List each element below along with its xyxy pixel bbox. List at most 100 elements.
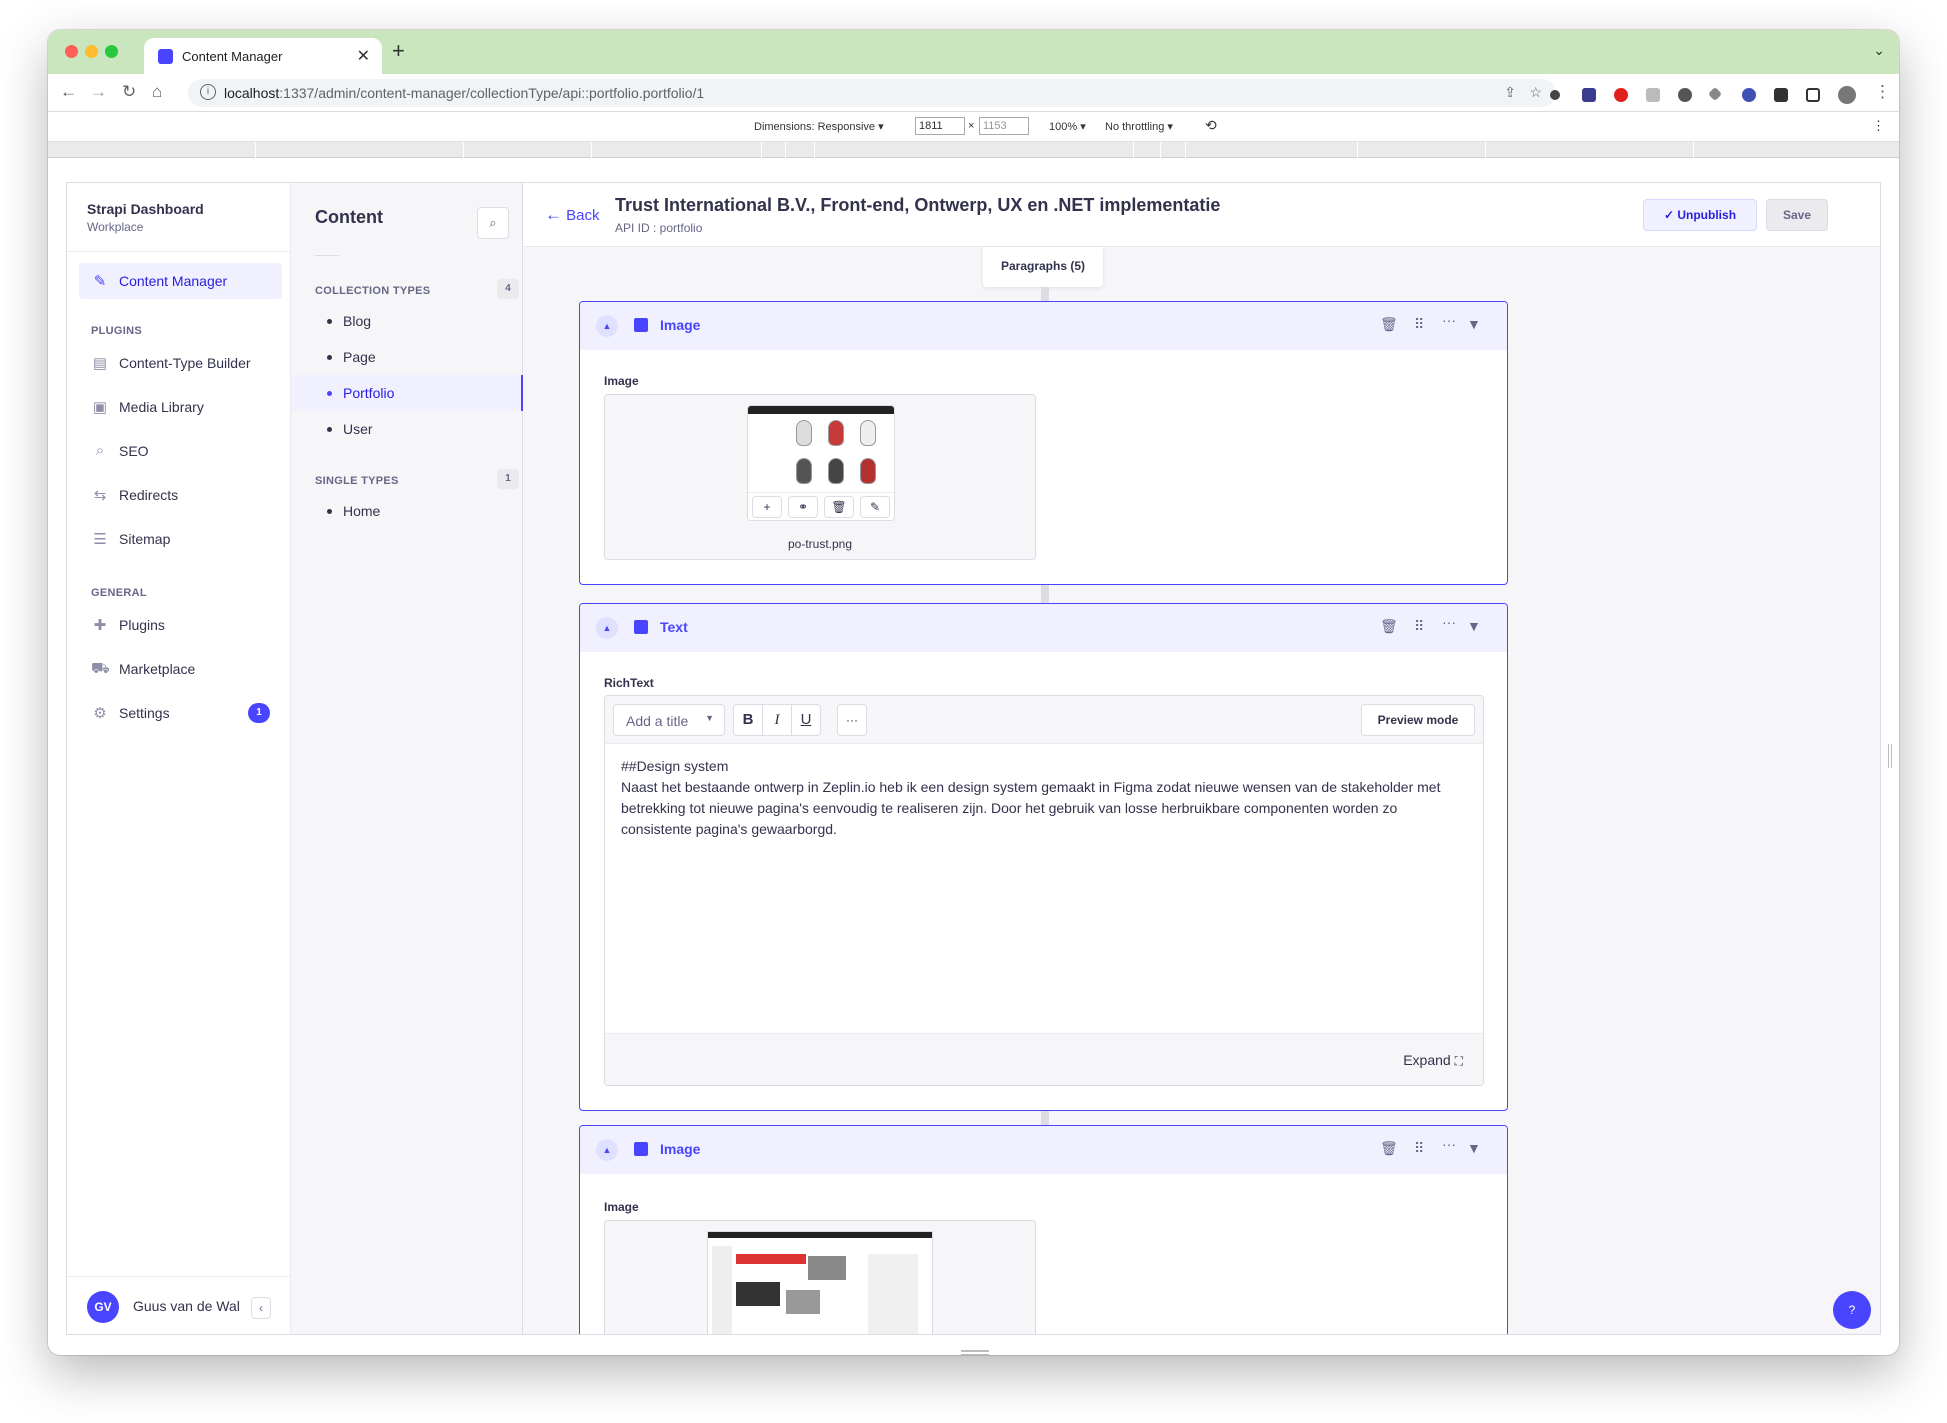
chevron-up-icon[interactable]: ▲ [596,1139,618,1161]
site-info-icon[interactable]: i [200,84,216,100]
viewport-side-handle[interactable] [1888,744,1892,768]
help-button[interactable]: ? [1833,1291,1871,1329]
component-header[interactable]: ▲ Text 🗑 ⠿ ··· ▼ [580,604,1507,652]
extension-icon[interactable] [1550,90,1560,100]
rotate-icon[interactable]: ⟲ [1205,117,1217,134]
profile-avatar-icon[interactable] [1838,86,1856,104]
close-window-dot[interactable] [65,45,78,58]
drag-handle-icon[interactable]: ⠿ [1414,316,1424,333]
dimensions-select[interactable]: Dimensions: Responsive ▾ [754,120,884,133]
drag-handle-icon[interactable]: ⠿ [1414,1140,1424,1157]
devtools-more-icon[interactable]: ⋮ [1872,118,1885,134]
extension-icon[interactable] [1646,88,1660,102]
field-label: RichText [604,676,654,690]
general-heading: GENERAL [91,587,147,599]
trash-icon[interactable]: 🗑 [1380,1140,1398,1157]
unpublish-button[interactable]: ✓ Unpublish [1643,199,1757,231]
chevron-up-icon[interactable]: ▲ [596,617,618,639]
caret-down-icon[interactable]: ▼ [1467,618,1481,634]
component-header[interactable]: ▲ Image 🗑 ⠿ ··· ▼ [580,1126,1507,1174]
home-icon[interactable]: ⌂ [152,82,162,102]
pencil-icon[interactable]: ✎ [860,496,890,518]
viewport-resize-handle[interactable] [961,1350,989,1355]
collapse-sidebar-button[interactable]: ‹ [251,1297,271,1319]
subnav-item-page[interactable]: Page [291,339,523,375]
chevron-up-icon[interactable]: ▲ [596,315,618,337]
subnav-item-portfolio[interactable]: Portfolio [291,375,523,411]
tab-search-chevron-icon[interactable]: ⌄ [1873,42,1885,59]
maximize-window-dot[interactable] [105,45,118,58]
image-field[interactable] [604,1220,1036,1334]
expand-button[interactable]: Expand ⛶ [1403,1052,1463,1069]
minimize-window-dot[interactable] [85,45,98,58]
italic-button[interactable]: I [762,704,792,736]
image-thumbnail[interactable] [707,1231,933,1334]
caret-down-icon[interactable]: ▼ [1467,316,1481,332]
bookmark-star-icon[interactable]: ☆ [1529,84,1542,101]
more-options-icon[interactable]: ··· [1442,1136,1456,1152]
side-panel-icon[interactable] [1806,88,1820,102]
preview-mode-button[interactable]: Preview mode [1361,704,1475,736]
height-input[interactable]: 1153 [979,117,1029,135]
url-text[interactable]: localhost:1337/admin/content-manager/col… [224,85,704,101]
puzzle-extensions-icon[interactable] [1774,88,1788,102]
subnav-item-blog[interactable]: Blog [291,303,523,339]
width-input[interactable]: 1811 [915,117,965,135]
new-tab-icon[interactable]: + [392,38,405,64]
more-options-icon[interactable]: ··· [1442,312,1456,328]
nav-seo[interactable]: ⌕ SEO [79,433,282,469]
more-options-icon[interactable]: ··· [1442,614,1456,630]
edit-pencil-icon: ✎ [93,273,107,290]
subnav-item-home[interactable]: Home [291,493,523,529]
image-thumbnail[interactable]: + ⚭ 🗑 ✎ [747,405,895,521]
image-field[interactable]: + ⚭ 🗑 ✎ po-trust.png [604,394,1036,560]
subnav-search-button[interactable]: ⌕ [477,207,509,239]
editor-content[interactable]: ##Design system Naast het bestaande ontw… [621,756,1467,840]
underline-button[interactable]: U [791,704,821,736]
share-icon[interactable]: ⇪ [1504,84,1516,101]
user-name[interactable]: Guus van de Wal [133,1298,240,1314]
extension-icon[interactable] [1614,88,1628,102]
browser-menu-icon[interactable]: ⋮ [1874,82,1891,102]
bullet [327,319,332,324]
nav-content-type-builder[interactable]: ▤ Content-Type Builder [79,345,282,381]
add-icon[interactable]: + [752,496,782,518]
nav-content-manager[interactable]: ✎ Content Manager [79,263,282,299]
caret-down-icon[interactable]: ▼ [1467,1140,1481,1156]
extension-icon[interactable] [1582,88,1596,102]
save-button[interactable]: Save [1766,199,1828,231]
trash-icon[interactable]: 🗑 [1380,618,1398,635]
bold-button[interactable]: B [733,704,763,736]
forward-arrow-icon[interactable]: → [90,82,107,102]
browser-tab[interactable]: Content Manager ✕ [144,38,382,74]
zoom-select[interactable]: 100% ▾ [1049,120,1086,133]
back-link[interactable]: ← Back [545,205,600,225]
trash-icon[interactable]: 🗑 [824,496,854,518]
nav-settings[interactable]: ⚙ Settings 1 [79,695,282,731]
reload-icon[interactable]: ↻ [122,82,136,102]
nav-media-library[interactable]: ▣ Media Library [79,389,282,425]
extension-icon[interactable] [1742,88,1756,102]
link-icon[interactable]: ⚭ [788,496,818,518]
address-bar[interactable]: i localhost:1337/admin/content-manager/c… [188,79,1556,107]
subnav-item-label: Blog [343,313,372,329]
extension-icon[interactable] [1707,86,1723,102]
nav-sitemap[interactable]: ☰ Sitemap [79,521,282,557]
nav-plugins[interactable]: ✚ Plugins [79,607,282,643]
thumbnail-header [748,406,894,414]
trash-icon[interactable]: 🗑 [1380,316,1398,333]
avatar[interactable]: GV [87,1291,119,1323]
throttling-select[interactable]: No throttling ▾ [1105,120,1173,133]
component-image-1: ▲ Image 🗑 ⠿ ··· ▼ Image + ⚭ 🗑 ✎ po-trust… [579,301,1508,585]
more-formats-button[interactable]: ··· [837,704,867,736]
nav-marketplace[interactable]: ⛟ Marketplace [79,651,282,687]
title-select[interactable]: Add a title ▼ [613,704,725,736]
nav-redirects[interactable]: ⇆ Redirects [79,477,282,513]
back-arrow-icon[interactable]: ← [60,82,77,102]
extension-icon[interactable] [1678,88,1692,102]
tab-close-icon[interactable]: ✕ [357,46,370,66]
drag-handle-icon[interactable]: ⠿ [1414,618,1424,635]
subnav-item-user[interactable]: User [291,411,523,447]
api-id: API ID : portfolio [615,221,703,235]
component-header[interactable]: ▲ Image 🗑 ⠿ ··· ▼ [580,302,1507,350]
